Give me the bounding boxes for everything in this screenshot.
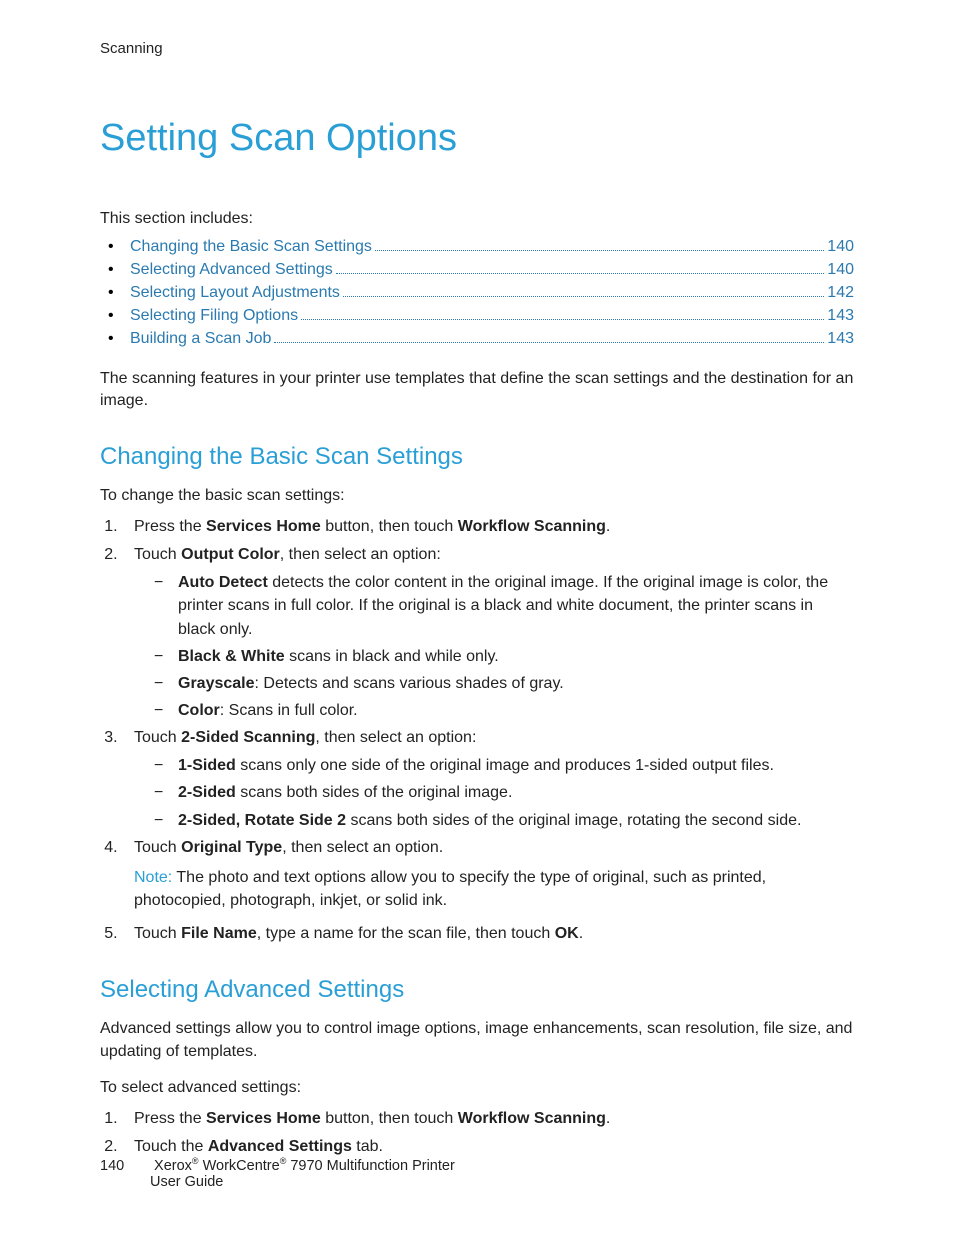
sec2-p2: To select advanced settings: [100, 1077, 854, 1099]
list-item: Touch File Name, type a name for the sca… [122, 922, 854, 946]
toc-label: Selecting Layout Adjustments [130, 284, 340, 302]
toc-label: Building a Scan Job [130, 330, 271, 348]
toc-label: Changing the Basic Scan Settings [130, 238, 372, 256]
toc-label: Selecting Filing Options [130, 307, 298, 325]
sec2-p1: Advanced settings allow you to control i… [100, 1018, 854, 1063]
toc-item[interactable]: Selecting Filing Options 143 [100, 307, 854, 325]
toc-item[interactable]: Selecting Layout Adjustments 142 [100, 284, 854, 302]
toc-item[interactable]: Selecting Advanced Settings 140 [100, 261, 854, 279]
note-label: Note: [134, 869, 172, 886]
footer-page-number: 140 [100, 1158, 150, 1174]
registered-icon: ® [192, 1156, 199, 1166]
sublist: Auto Detect detects the color content in… [134, 571, 854, 722]
list-item: Touch Output Color, then select an optio… [122, 543, 854, 722]
list-item: Press the Services Home button, then tou… [122, 515, 854, 539]
lead-paragraph: The scanning features in your printer us… [100, 368, 854, 413]
toc-leader [274, 341, 824, 343]
list-item: 2-Sided scans both sides of the original… [150, 781, 854, 804]
toc-page: 140 [827, 261, 854, 279]
list-item: Black & White scans in black and while o… [150, 645, 854, 668]
page-footer: 140 Xerox® WorkCentre® 7970 Multifunctio… [100, 1156, 854, 1190]
note-block: Note: The photo and text options allow y… [134, 866, 854, 912]
list-item: Color: Scans in full color. [150, 699, 854, 722]
sec2-steps: Press the Services Home button, then tou… [100, 1107, 854, 1159]
list-item: Touch 2-Sided Scanning, then select an o… [122, 726, 854, 832]
toc-leader [375, 249, 824, 251]
section-heading-advanced: Selecting Advanced Settings [100, 976, 854, 1004]
list-item: Press the Services Home button, then tou… [122, 1107, 854, 1131]
page-title: Setting Scan Options [100, 117, 854, 160]
toc-page: 140 [827, 238, 854, 256]
toc-leader [301, 318, 824, 320]
toc-list: Changing the Basic Scan Settings 140 Sele… [100, 238, 854, 348]
section-heading-basic: Changing the Basic Scan Settings [100, 443, 854, 471]
footer-brand: Xerox® WorkCentre® 7970 Multifunction Pr… [154, 1158, 455, 1174]
toc-page: 142 [827, 284, 854, 302]
page: Scanning Setting Scan Options This secti… [0, 0, 954, 1235]
sec1-steps: Press the Services Home button, then tou… [100, 515, 854, 946]
list-item: Touch Original Type, then select an opti… [122, 836, 854, 912]
list-item: Auto Detect detects the color content in… [150, 571, 854, 641]
sec1-intro: To change the basic scan settings: [100, 485, 854, 507]
toc-page: 143 [827, 307, 854, 325]
toc-leader [343, 295, 824, 297]
toc-page: 143 [827, 330, 854, 348]
section-intro: This section includes: [100, 210, 854, 228]
list-item: 2-Sided, Rotate Side 2 scans both sides … [150, 809, 854, 832]
toc-leader [336, 272, 824, 274]
list-item: Grayscale: Detects and scans various sha… [150, 672, 854, 695]
toc-item[interactable]: Changing the Basic Scan Settings 140 [100, 238, 854, 256]
footer-line2: User Guide [150, 1174, 223, 1190]
sublist: 1-Sided scans only one side of the origi… [134, 754, 854, 832]
toc-label: Selecting Advanced Settings [130, 261, 333, 279]
list-item: 1-Sided scans only one side of the origi… [150, 754, 854, 777]
note-text: The photo and text options allow you to … [134, 869, 766, 909]
chapter-label: Scanning [100, 40, 854, 57]
toc-item[interactable]: Building a Scan Job 143 [100, 330, 854, 348]
